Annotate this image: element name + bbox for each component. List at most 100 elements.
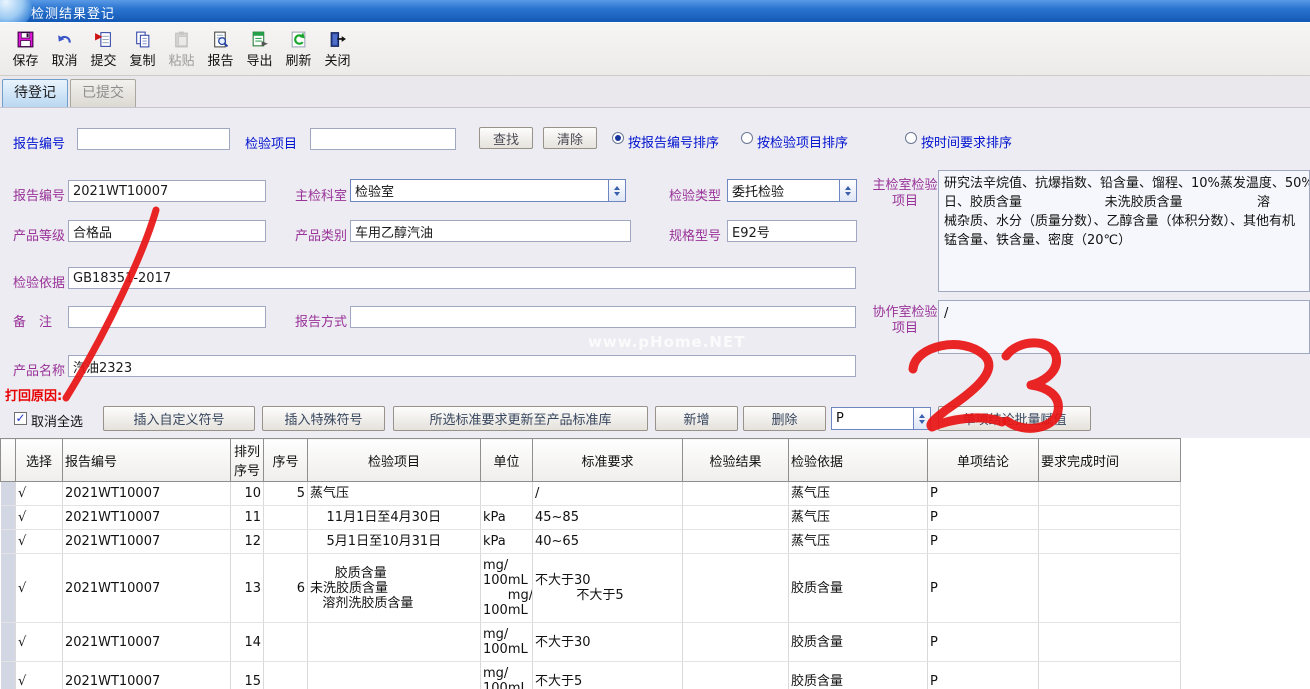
cell-select[interactable]: √ bbox=[16, 482, 63, 506]
results-tbody: √2021WT10007105蒸气压/蒸气压P√2021WT1000711 11… bbox=[1, 482, 1181, 689]
cell-unit: kPa bbox=[481, 506, 533, 530]
uncheck-all-checkbox[interactable] bbox=[14, 412, 27, 425]
grade-label: 产品等级 bbox=[13, 225, 65, 244]
column-header-unit[interactable]: 单位 bbox=[481, 439, 533, 482]
column-header-conclusion[interactable]: 单项结论 bbox=[928, 439, 1039, 482]
cell-basis: 胶质含量 bbox=[789, 554, 928, 623]
stepper-icon[interactable] bbox=[913, 408, 930, 429]
cell-standard: / bbox=[533, 482, 683, 506]
coop-items-textarea[interactable]: / bbox=[938, 300, 1310, 354]
undo-icon bbox=[55, 30, 74, 53]
basis-field[interactable] bbox=[68, 267, 856, 289]
report-no-field[interactable] bbox=[68, 180, 266, 202]
find-button[interactable]: 查找 bbox=[479, 127, 533, 149]
cell-conclusion: P bbox=[928, 662, 1039, 689]
add-button[interactable]: 新增 bbox=[655, 406, 738, 431]
return-reason-label: 打回原因: bbox=[5, 385, 62, 404]
toolbar-button-close[interactable]: 关闭 bbox=[318, 25, 357, 73]
toolbar-button-refresh[interactable]: 刷新 bbox=[279, 25, 318, 73]
title-bar: 检测结果登记 bbox=[0, 0, 1310, 22]
delete-button[interactable]: 删除 bbox=[743, 406, 826, 431]
cell-report_no: 2021WT10007 bbox=[63, 554, 231, 623]
save-icon bbox=[16, 30, 35, 53]
cell-select[interactable]: √ bbox=[16, 662, 63, 689]
cell-unit: mg/ 100mL mg/ 100mL bbox=[481, 554, 533, 623]
refresh-icon bbox=[289, 30, 308, 53]
conclusion-select[interactable]: P bbox=[831, 407, 931, 430]
grade-field[interactable] bbox=[68, 220, 266, 242]
column-header-result[interactable]: 检验结果 bbox=[683, 439, 789, 482]
cell-select[interactable]: √ bbox=[16, 506, 63, 530]
cell-basis: 蒸气压 bbox=[789, 530, 928, 554]
clear-button[interactable]: 清除 bbox=[543, 127, 597, 149]
cell-item: 蒸气压 bbox=[308, 482, 481, 506]
column-header-basis[interactable]: 检验依据 bbox=[789, 439, 928, 482]
cell-standard: 不大于5 bbox=[533, 662, 683, 689]
column-header-item[interactable]: 检验项目 bbox=[308, 439, 481, 482]
stepper-icon[interactable] bbox=[608, 180, 625, 201]
close-icon bbox=[328, 30, 347, 53]
export-icon bbox=[250, 30, 269, 53]
report-method-field[interactable] bbox=[350, 306, 856, 328]
column-header-report_no[interactable]: 报告编号 bbox=[63, 439, 231, 482]
tab-pending[interactable]: 待登记 bbox=[2, 79, 68, 107]
column-header-standard[interactable]: 标准要求 bbox=[533, 439, 683, 482]
table-row[interactable]: √2021WT1000712 5月1日至10月31日kPa40~65蒸气压P bbox=[1, 530, 1181, 554]
tab-submitted[interactable]: 已提交 bbox=[70, 79, 136, 107]
toolbar-button-report[interactable]: 报告 bbox=[201, 25, 240, 73]
table-row[interactable]: √2021WT10007105蒸气压/蒸气压P bbox=[1, 482, 1181, 506]
sort-label-item[interactable]: 按检验项目排序 bbox=[757, 132, 848, 151]
main-dept-select[interactable]: 检验室 bbox=[350, 179, 626, 202]
sort-label-time[interactable]: 按时间要求排序 bbox=[921, 132, 1012, 151]
inspect-type-select[interactable]: 委托检验 bbox=[727, 179, 857, 202]
remark-field[interactable] bbox=[68, 306, 266, 328]
column-header-gutter[interactable] bbox=[1, 439, 16, 482]
report-no-label: 报告编号 bbox=[13, 185, 65, 204]
column-header-seq_no[interactable]: 序号 bbox=[264, 439, 308, 482]
cell-select[interactable]: √ bbox=[16, 623, 63, 662]
table-row[interactable]: √2021WT1000714mg/ 100mL不大于30胶质含量P bbox=[1, 623, 1181, 662]
cell-due bbox=[1039, 506, 1181, 530]
category-label: 产品类别 bbox=[295, 225, 347, 244]
stepper-icon[interactable] bbox=[839, 180, 856, 201]
main-dept-label: 主检科室 bbox=[295, 185, 347, 204]
cell-conclusion: P bbox=[928, 530, 1039, 554]
cell-gutter bbox=[1, 482, 16, 506]
batch-assign-button[interactable]: 单项结论批量赋值 bbox=[938, 406, 1091, 431]
cell-conclusion: P bbox=[928, 482, 1039, 506]
sort-radio-item[interactable] bbox=[741, 132, 753, 144]
category-field[interactable] bbox=[350, 220, 631, 242]
product-name-field[interactable] bbox=[68, 355, 856, 377]
column-header-order_no[interactable]: 排列 序号 bbox=[231, 439, 264, 482]
toolbar-button-save[interactable]: 保存 bbox=[6, 25, 45, 73]
table-row[interactable]: √2021WT1000715mg/ 100mL不大于5胶质含量P bbox=[1, 662, 1181, 689]
toolbar-button-export[interactable]: 导出 bbox=[240, 25, 279, 73]
sort-radio-time[interactable] bbox=[905, 132, 917, 144]
sort-radio-report-no[interactable] bbox=[612, 132, 624, 144]
spec-field[interactable] bbox=[727, 220, 857, 242]
main-items-textarea[interactable]: 研究法辛烷值、抗爆指数、铅含量、馏程、10%蒸发温度、50%蒸 日、胶质含量 未… bbox=[938, 170, 1310, 292]
column-header-due[interactable]: 要求完成时间 bbox=[1039, 439, 1181, 482]
paste-icon bbox=[172, 30, 191, 53]
search-item-input[interactable] bbox=[310, 128, 456, 150]
toolbar-button-copy[interactable]: 复制 bbox=[123, 25, 162, 73]
table-row[interactable]: √2021WT1000711 11月1日至4月30日kPa45~85蒸气压P bbox=[1, 506, 1181, 530]
search-report-no-input[interactable] bbox=[77, 128, 230, 150]
insert-special-symbol-button[interactable]: 插入特殊符号 bbox=[262, 406, 385, 431]
cell-gutter bbox=[1, 506, 16, 530]
table-row[interactable]: √2021WT10007136 胶质含量 未洗胶质含量 溶剂洗胶质含量mg/ 1… bbox=[1, 554, 1181, 623]
toolbar-button-submit[interactable]: 提交 bbox=[84, 25, 123, 73]
column-header-select[interactable]: 选择 bbox=[16, 439, 63, 482]
sort-label-report-no[interactable]: 按报告编号排序 bbox=[628, 132, 719, 151]
cell-result bbox=[683, 554, 789, 623]
cell-select[interactable]: √ bbox=[16, 530, 63, 554]
cell-standard: 40~65 bbox=[533, 530, 683, 554]
toolbar-button-paste[interactable]: 粘贴 bbox=[162, 25, 201, 73]
cell-unit: mg/ 100mL bbox=[481, 662, 533, 689]
cell-select[interactable]: √ bbox=[16, 554, 63, 623]
insert-custom-symbol-button[interactable]: 插入自定义符号 bbox=[103, 406, 255, 431]
toolbar-button-cancel[interactable]: 取消 bbox=[45, 25, 84, 73]
update-standard-button[interactable]: 所选标准要求更新至产品标准库 bbox=[393, 406, 648, 431]
uncheck-all-label[interactable]: 取消全选 bbox=[31, 411, 83, 430]
report-icon bbox=[211, 30, 230, 53]
